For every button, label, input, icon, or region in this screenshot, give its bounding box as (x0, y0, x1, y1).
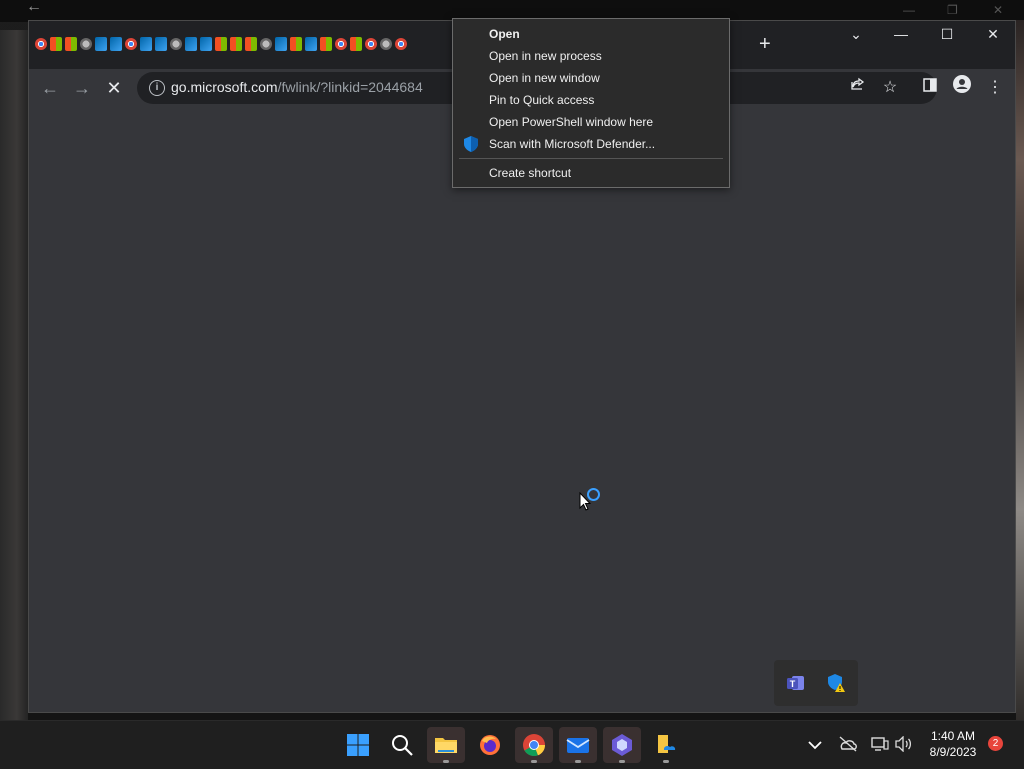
background-close-icon: ✕ (993, 3, 1004, 17)
onedrive-folder-app[interactable] (647, 727, 685, 763)
globe-favicon-icon[interactable] (260, 38, 272, 50)
menu-item-open-new-window[interactable]: Open in new window (489, 67, 600, 89)
globe-favicon-icon[interactable] (80, 38, 92, 50)
svg-text:T: T (790, 679, 796, 689)
vs-favicon-icon[interactable] (185, 37, 197, 51)
vs-favicon-icon[interactable] (200, 37, 212, 51)
menu-item-create-shortcut[interactable]: Create shortcut (489, 162, 571, 184)
menu-separator (459, 158, 723, 159)
start-button[interactable] (339, 727, 377, 763)
network-icon[interactable] (871, 736, 889, 752)
stop-loading-icon[interactable]: ✕ (101, 75, 127, 101)
site-info-icon[interactable]: i (149, 80, 165, 96)
copilot-icon (612, 734, 632, 756)
firefox-icon (480, 735, 500, 755)
back-arrow-icon[interactable]: ← (37, 75, 63, 101)
firefox-app[interactable] (471, 727, 509, 763)
globe-favicon-icon[interactable] (380, 38, 392, 50)
vs-favicon-icon[interactable] (305, 37, 317, 51)
ms-favicon-icon[interactable] (65, 37, 77, 51)
windows-logo-icon (347, 734, 369, 756)
search-button[interactable] (383, 727, 421, 763)
chevron-up-icon (808, 741, 822, 750)
background-back-arrow-icon: ← (26, 0, 42, 15)
ms-favicon-icon[interactable] (230, 37, 242, 51)
copilot-app[interactable] (603, 727, 641, 763)
wallpaper-right-strip (1016, 20, 1024, 720)
volume-icon[interactable] (895, 736, 913, 752)
tab-favicon-row[interactable] (35, 37, 407, 55)
menu-item-open-new-process[interactable]: Open in new process (489, 45, 602, 67)
vs-favicon-icon[interactable] (110, 37, 122, 51)
chrome-favicon-icon[interactable] (335, 38, 347, 50)
menu-item-open-powershell[interactable]: Open PowerShell window here (489, 111, 653, 133)
url-host: go.microsoft.com (171, 79, 278, 95)
clock-date: 8/9/2023 (929, 745, 977, 759)
notification-badge[interactable]: 2 (988, 736, 1003, 751)
vs-favicon-icon[interactable] (155, 37, 167, 51)
tray-overflow-popup: T (774, 660, 858, 706)
side-panel-icon[interactable] (917, 75, 943, 101)
teams-icon[interactable]: T (786, 673, 806, 693)
forward-arrow-icon[interactable]: → (69, 75, 95, 101)
clock-time: 1:40 AM (930, 729, 976, 743)
ms-favicon-icon[interactable] (215, 37, 227, 51)
new-tab-button[interactable]: + (759, 34, 771, 54)
file-explorer-app[interactable] (427, 727, 465, 763)
chrome-icon (523, 734, 546, 757)
chrome-favicon-icon[interactable] (365, 38, 377, 50)
running-indicator (531, 760, 537, 763)
wallpaper-left-strip (0, 30, 28, 720)
close-button[interactable]: ✕ (978, 27, 1008, 41)
ms-favicon-icon[interactable] (320, 37, 332, 51)
defender-shield-icon (464, 136, 478, 152)
menu-item-scan-defender[interactable]: Scan with Microsoft Defender... (489, 133, 655, 155)
running-indicator (443, 760, 449, 763)
running-indicator (663, 760, 669, 763)
ms-favicon-icon[interactable] (245, 37, 257, 51)
document-folder-icon (658, 735, 676, 753)
bookmark-star-icon[interactable]: ☆ (877, 75, 903, 101)
mail-icon (566, 738, 590, 753)
defender-warning-icon[interactable] (826, 673, 846, 693)
ms-favicon-icon[interactable] (50, 37, 62, 51)
ms-favicon-icon[interactable] (350, 37, 362, 51)
show-hidden-icons-button[interactable] (798, 727, 832, 763)
taskbar: 1:40 AM 8/9/2023 2 (0, 720, 1024, 769)
mail-app[interactable] (559, 727, 597, 763)
background-restore-icon: ❐ (947, 3, 958, 17)
clock[interactable]: 1:40 AM 8/9/2023 (920, 728, 986, 760)
url-path: /fwlink/?linkid=2044684 (277, 79, 423, 95)
globe-favicon-icon[interactable] (170, 38, 182, 50)
folder-icon (435, 738, 457, 753)
chrome-favicon-icon[interactable] (35, 38, 47, 50)
onedrive-offline-icon[interactable] (838, 736, 858, 752)
minimize-button[interactable]: — (886, 27, 916, 41)
loading-spinner-icon (587, 488, 600, 501)
chrome-favicon-icon[interactable] (395, 38, 407, 50)
menu-item-open[interactable]: Open (489, 23, 520, 45)
maximize-button[interactable]: ☐ (932, 27, 962, 41)
tab-search-icon[interactable]: ⌄ (841, 27, 871, 41)
profile-icon[interactable] (949, 75, 975, 101)
menu-item-pin-quick-access[interactable]: Pin to Quick access (489, 89, 594, 111)
url-text[interactable]: go.microsoft.com/fwlink/?linkid=2044684 (171, 79, 423, 95)
chrome-favicon-icon[interactable] (125, 38, 137, 50)
vs-favicon-icon[interactable] (275, 37, 287, 51)
more-menu-icon[interactable]: ⋮ (982, 75, 1008, 101)
running-indicator (575, 760, 581, 763)
share-icon[interactable] (845, 75, 871, 101)
vs-favicon-icon[interactable] (140, 37, 152, 51)
running-indicator (619, 760, 625, 763)
vs-favicon-icon[interactable] (95, 37, 107, 51)
ms-favicon-icon[interactable] (290, 37, 302, 51)
page-content-area (29, 107, 1015, 712)
search-icon (392, 735, 413, 756)
background-minimize-icon: — (903, 3, 915, 17)
context-menu: Open Open in new process Open in new win… (452, 18, 730, 188)
chrome-app[interactable] (515, 727, 553, 763)
